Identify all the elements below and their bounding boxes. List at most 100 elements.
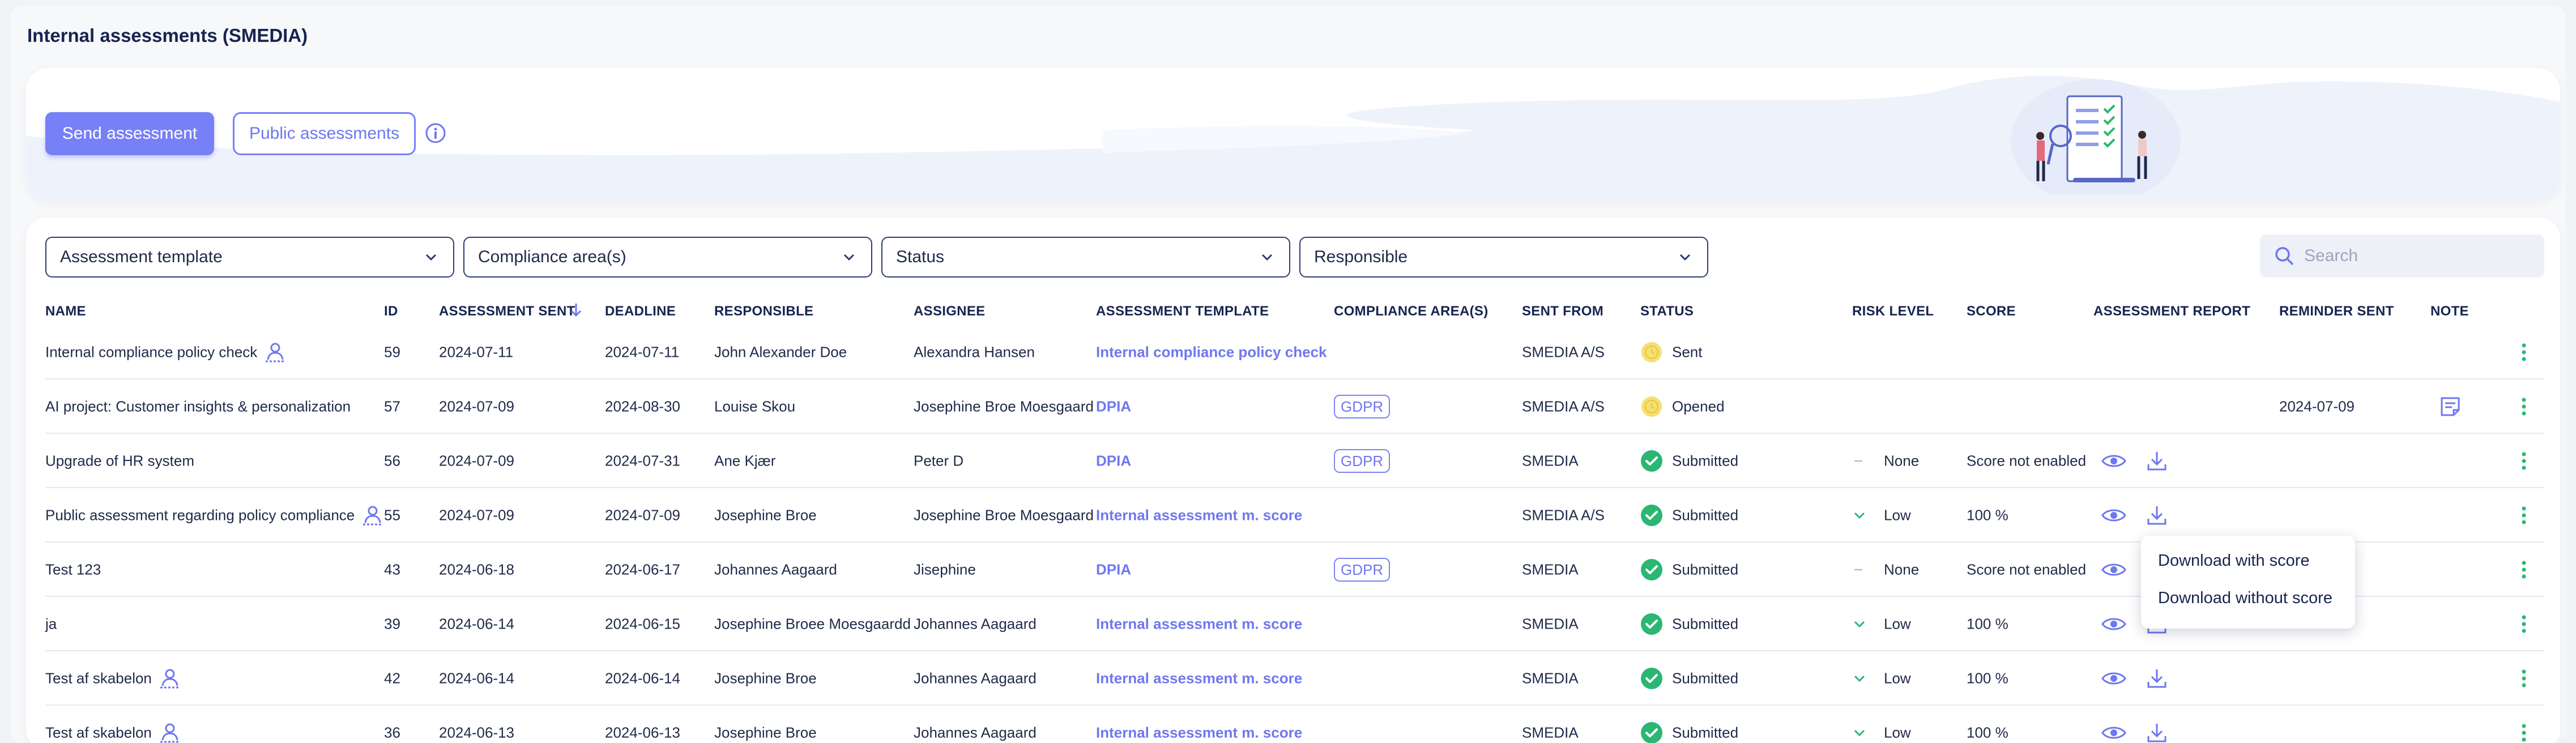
eye-icon[interactable] [2101,670,2126,687]
search-input[interactable] [2304,246,2531,266]
download-icon[interactable] [2146,667,2168,690]
assessment-name[interactable]: Internal compliance policy check [45,344,257,361]
column-header-assessment-report[interactable]: ASSESSMENT REPORT [2093,304,2250,319]
column-header-risk-level[interactable]: RISK LEVEL [1852,304,1934,319]
assessment-sent-date: 2024-07-09 [439,506,514,524]
note-icon[interactable] [2439,395,2462,418]
deadline-date: 2024-06-17 [605,561,680,578]
column-header-assignee[interactable]: ASSIGNEE [914,304,985,319]
assessment-name[interactable]: Public assessment regarding policy compl… [45,507,355,524]
sent-from: SMEDIA [1522,724,1579,741]
table-row[interactable]: AI project: Customer insights & personal… [45,379,2544,434]
more-options-icon[interactable] [2521,343,2527,362]
download-icon[interactable] [2146,504,2168,527]
public-assessments-button[interactable]: Public assessments [233,112,416,155]
chevron-down-icon [1854,729,1865,737]
column-header-reminder-sent[interactable]: REMINDER SENT [2279,304,2394,319]
download-icon[interactable] [2146,721,2168,743]
assessment-name[interactable]: ja [45,616,57,633]
more-options-icon[interactable] [2521,451,2527,471]
clock-icon [1641,396,1662,417]
more-options-icon[interactable] [2521,506,2527,525]
deadline-date: 2024-07-11 [605,343,680,361]
assessment-template-link[interactable]: DPIA [1096,561,1131,579]
more-options-icon[interactable] [2521,397,2527,416]
filter-label: Responsible [1314,247,1408,266]
responsible-name: Josephine Broe [714,724,817,741]
assessment-name[interactable]: AI project: Customer insights & personal… [45,398,351,416]
assessment-name[interactable]: Test af skabelon [45,670,152,688]
assessment-name[interactable]: Test af skabelon [45,724,152,742]
filter-responsible[interactable]: Responsible [1299,237,1708,277]
status-label: Submitted [1672,506,1739,524]
sort-descending-icon[interactable] [569,301,583,318]
deadline-date: 2024-07-31 [605,452,680,469]
chevron-down-icon [1261,254,1273,261]
table-row[interactable]: Public assessment regarding policy compl… [45,488,2544,543]
assessment-template-link[interactable]: DPIA [1096,452,1131,470]
table-row[interactable]: Test af skabelon 36 2024-06-13 2024-06-1… [45,706,2544,743]
column-header-id[interactable]: ID [384,304,398,319]
assessment-name[interactable]: Upgrade of HR system [45,452,194,470]
table-row[interactable]: Internal compliance policy check 59 2024… [45,325,2544,379]
column-header-sent-from[interactable]: SENT FROM [1522,304,1603,319]
eye-icon[interactable] [2101,724,2126,741]
assessment-sent-date: 2024-06-14 [439,669,514,687]
eye-icon[interactable] [2101,561,2126,578]
assignee-name: Jisephine [914,561,976,578]
assessment-sent-date: 2024-06-14 [439,615,514,633]
responsible-name: Josephine Broe [714,669,817,687]
more-options-icon[interactable] [2521,614,2527,634]
dash-icon [1854,569,1862,571]
score-value: 100 % [1967,724,2008,741]
column-header-assessment-template[interactable]: ASSESSMENT TEMPLATE [1096,304,1269,319]
column-header-status[interactable]: STATUS [1640,304,1694,319]
eye-icon[interactable] [2101,507,2126,524]
assessment-id: 57 [384,398,400,415]
deadline-date: 2024-06-14 [605,669,680,687]
assessment-name[interactable]: Test 123 [45,561,101,579]
score-value: Score not enabled [1967,452,2087,469]
send-assessment-button[interactable]: Send assessment [45,112,214,155]
filter-label: Compliance area(s) [478,247,626,266]
assignee-name: Alexandra Hansen [914,343,1035,361]
column-header-assessment-sent[interactable]: ASSESSMENT SENT [439,304,575,319]
check-circle-icon [1641,505,1662,526]
table-row[interactable]: Upgrade of HR system 56 2024-07-09 2024-… [45,434,2544,488]
info-icon[interactable] [425,122,446,144]
reminder-sent-date: 2024-07-09 [2279,398,2355,415]
filter-compliance-area[interactable]: Compliance area(s) [463,237,872,277]
filter-assessment-template[interactable]: Assessment template [45,237,454,277]
more-options-icon[interactable] [2521,669,2527,688]
assessment-id: 55 [384,506,400,524]
column-header-note[interactable]: NOTE [2430,304,2469,319]
check-circle-icon [1641,722,1662,743]
status-label: Submitted [1672,561,1739,578]
download-without-score-option[interactable]: Download without score [2158,589,2332,608]
download-icon[interactable] [2146,450,2168,472]
column-header-responsible[interactable]: RESPONSIBLE [714,304,813,319]
assessment-template-link[interactable]: Internal assessment m. score [1096,507,1302,524]
column-header-name[interactable]: NAME [45,304,86,319]
assessment-template-link[interactable]: Internal compliance policy check [1096,344,1327,361]
risk-level: Low [1884,506,1911,524]
assessment-template-link[interactable]: Internal assessment m. score [1096,616,1302,633]
column-header-deadline[interactable]: DEADLINE [605,304,676,319]
more-options-icon[interactable] [2521,560,2527,579]
assessment-template-link[interactable]: DPIA [1096,398,1131,416]
column-header-score[interactable]: SCORE [1967,304,2016,319]
assessment-template-link[interactable]: Internal assessment m. score [1096,670,1302,688]
assessment-template-link[interactable]: Internal assessment m. score [1096,724,1302,742]
table-row[interactable]: Test af skabelon 42 2024-06-14 2024-06-1… [45,651,2544,706]
column-header-compliance-areas[interactable]: COMPLIANCE AREA(S) [1334,304,1489,319]
more-options-icon[interactable] [2521,723,2527,742]
eye-icon[interactable] [2101,452,2126,469]
filter-status[interactable]: Status [881,237,1290,277]
status-label: Opened [1672,398,1725,415]
risk-level: Low [1884,669,1911,687]
download-with-score-option[interactable]: Download with score [2158,552,2310,570]
assignee-name: Johannes Aagaard [914,615,1037,633]
responsible-name: John Alexander Doe [714,343,847,361]
search-box[interactable] [2260,234,2544,277]
eye-icon[interactable] [2101,616,2126,633]
